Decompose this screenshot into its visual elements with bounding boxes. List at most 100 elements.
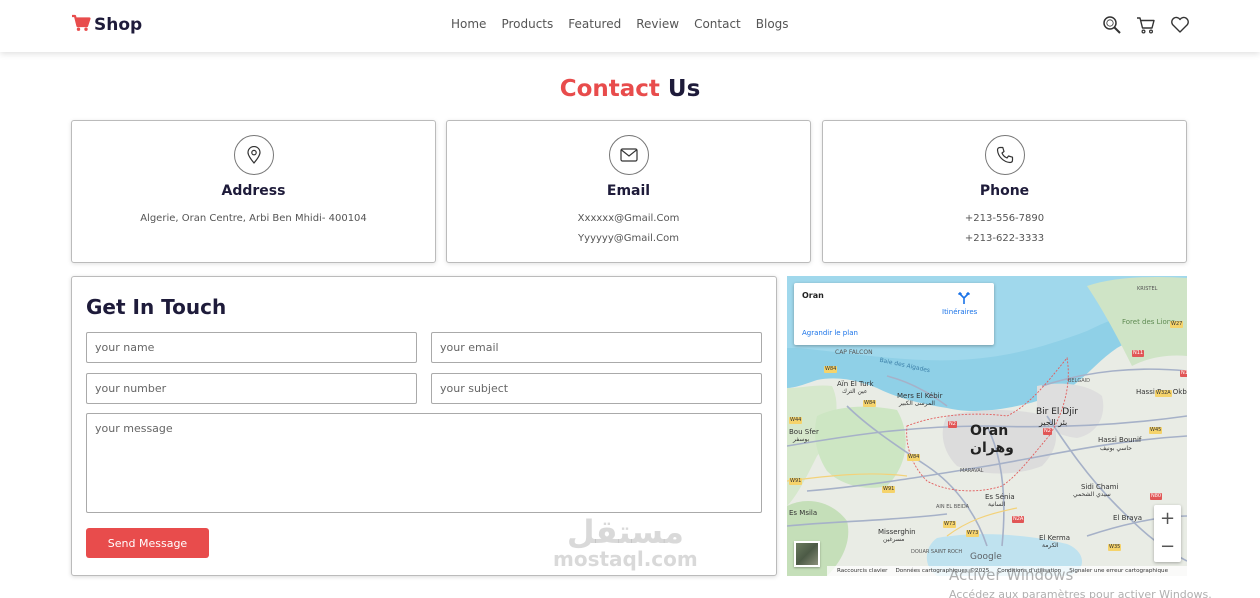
map-label-ain-el-turk: Aïn El Turk <box>837 380 874 388</box>
windows-activation-title: Activer Windows <box>949 566 1074 584</box>
site-header: Shop Home Products Featured Review Conta… <box>0 0 1260 52</box>
envelope-icon <box>609 135 649 175</box>
message-textarea[interactable] <box>86 413 762 513</box>
map-label-douar-saint-roch: DOUAR SAINT ROCH <box>911 549 963 555</box>
road-shield: W35 <box>1108 544 1122 551</box>
map-info-card: Oran Itinéraires Agrandir le plan <box>794 283 994 345</box>
map-label-bir-el-djir: Bir El Djir <box>1036 407 1078 417</box>
road-shield: W84 <box>907 454 921 461</box>
header-actions <box>1102 15 1190 35</box>
email-line-1: Xxxxxx@Gmail.Com <box>577 213 680 224</box>
map-label-misserghin-ar: مسرغين <box>883 536 905 543</box>
nav-featured[interactable]: Featured <box>568 17 621 31</box>
map-place-name: Oran <box>802 291 824 300</box>
phone-line-2: +213-622-3333 <box>964 233 1045 244</box>
road-shield: N2 <box>948 421 957 428</box>
map-label-misserghin: Misserghin <box>878 528 916 536</box>
embedded-map[interactable]: CAP FALCON Aïn El Turk عين الترك Mers El… <box>787 276 1187 576</box>
address-title: Address <box>221 183 286 199</box>
map-label-sidi-chami: Sidi Chami <box>1081 483 1119 491</box>
email-title: Email <box>606 183 651 199</box>
road-shield: N11 <box>1180 370 1187 377</box>
heart-icon[interactable] <box>1170 15 1190 35</box>
phone-line-1: +213-556-7890 <box>964 213 1045 224</box>
road-shield: W73 <box>943 521 957 528</box>
name-input[interactable] <box>86 332 417 363</box>
nav-contact[interactable]: Contact <box>694 17 741 31</box>
logo[interactable]: Shop <box>71 14 142 36</box>
map-label-el-kerma-ar: الكرمة <box>1042 542 1059 549</box>
road-shield: W32A <box>1155 390 1172 397</box>
cart-logo-icon <box>71 14 91 36</box>
contact-form: Get In Touch Send Message <box>71 276 777 576</box>
map-label-el-kerma: El Kerma <box>1039 534 1071 542</box>
nav-review[interactable]: Review <box>636 17 679 31</box>
search-icon[interactable] <box>1102 15 1122 35</box>
nav-products[interactable]: Products <box>501 17 553 31</box>
title-main: Us <box>667 76 701 102</box>
address-card: Address Algerie, Oran Centre, Arbi Ben M… <box>71 120 436 263</box>
road-shield: N2 <box>1043 428 1052 435</box>
map-label-hassi-bounif: Hassi Bounif <box>1098 436 1142 444</box>
road-shield: N11 <box>1132 350 1145 357</box>
map-label-foret-des-lions: Foret des Lions <box>1122 318 1175 326</box>
map-label-kristel: KRISTEL <box>1137 286 1158 292</box>
keyboard-shortcuts-link[interactable]: Raccourcis clavier <box>837 568 887 574</box>
road-shield: W27 <box>1170 321 1184 328</box>
road-shield: N2A <box>1012 516 1025 523</box>
map-zoom-controls: + − <box>1154 505 1181 562</box>
map-label-belgaid: BELGAID <box>1068 378 1090 384</box>
directions-link[interactable]: Itinéraires <box>942 308 977 316</box>
road-shield: W91 <box>789 478 803 485</box>
main-nav: Home Products Featured Review Contact Bl… <box>451 17 789 31</box>
form-title: Get In Touch <box>86 295 227 319</box>
map-label-oran: Oran <box>970 423 1009 439</box>
nav-home[interactable]: Home <box>451 17 486 31</box>
enlarge-map-link[interactable]: Agrandir le plan <box>802 329 858 337</box>
cart-icon[interactable] <box>1136 15 1156 35</box>
map-label-cap-falcon: CAP FALCON <box>835 349 873 356</box>
map-label-bou-sfer: Bou Sfer <box>789 428 819 436</box>
road-shield: W44 <box>789 417 803 424</box>
google-logo: Google <box>970 552 1002 562</box>
road-shield: W84 <box>863 400 877 407</box>
page-title: Contact Us <box>0 76 1260 102</box>
map-label-es-msila: Es Msila <box>789 509 818 517</box>
road-shield: N80 <box>1150 493 1163 500</box>
map-label-el-braya: El Braya <box>1113 514 1142 522</box>
map-label-oran-ar: وهران <box>970 440 1014 456</box>
road-shield: W73 <box>966 530 980 537</box>
nav-blogs[interactable]: Blogs <box>756 17 789 31</box>
map-pin-icon <box>234 135 274 175</box>
map-label-sidi-chami-ar: سيدي الشحمي <box>1073 491 1111 498</box>
windows-activation-subtitle: Accédez aux paramètres pour activer Wind… <box>949 588 1212 598</box>
map-label-bir-el-djir-ar: بئر الجير <box>1039 418 1068 427</box>
phone-title: Phone <box>979 183 1030 199</box>
road-shield: W84 <box>824 366 838 373</box>
map-label-mers-el-kebir-ar: المرسى الكبير <box>899 400 935 407</box>
map-label-es-senia: Es Sénia <box>985 493 1015 501</box>
zoom-in-button[interactable]: + <box>1154 505 1181 533</box>
report-error-link[interactable]: Signaler une erreur cartographique <box>1069 568 1168 574</box>
email-input[interactable] <box>431 332 762 363</box>
map-label-ain-el-beida: AIN EL BEIDA <box>936 504 970 510</box>
map-layer-thumbnail[interactable] <box>794 541 820 567</box>
road-shield: W91 <box>882 486 896 493</box>
map-label-mers-el-kebir: Mers El Kébir <box>897 392 943 400</box>
address-line: Algerie, Oran Centre, Arbi Ben Mhidi- 40… <box>140 213 367 224</box>
map-label-ain-el-turk-ar: عين الترك <box>842 388 868 395</box>
road-shield: W45 <box>1149 427 1163 434</box>
map-label-es-senia-ar: السانية <box>988 501 1006 508</box>
send-message-button[interactable]: Send Message <box>86 528 209 558</box>
title-accent: Contact <box>559 76 660 102</box>
number-input[interactable] <box>86 373 417 404</box>
email-line-2: Yyyyyy@Gmail.Com <box>578 233 679 244</box>
map-label-maraval: MARAVAL <box>960 468 984 474</box>
phone-card: Phone +213-556-7890 +213-622-3333 <box>822 120 1187 263</box>
subject-input[interactable] <box>431 373 762 404</box>
map-label-hassi-bounif-ar: حاسي بونيف <box>1100 445 1132 452</box>
zoom-out-button[interactable]: − <box>1154 533 1181 561</box>
phone-icon <box>985 135 1025 175</box>
logo-text: Shop <box>94 15 143 35</box>
map-label-bou-sfer-ar: بوسفر <box>793 436 810 443</box>
